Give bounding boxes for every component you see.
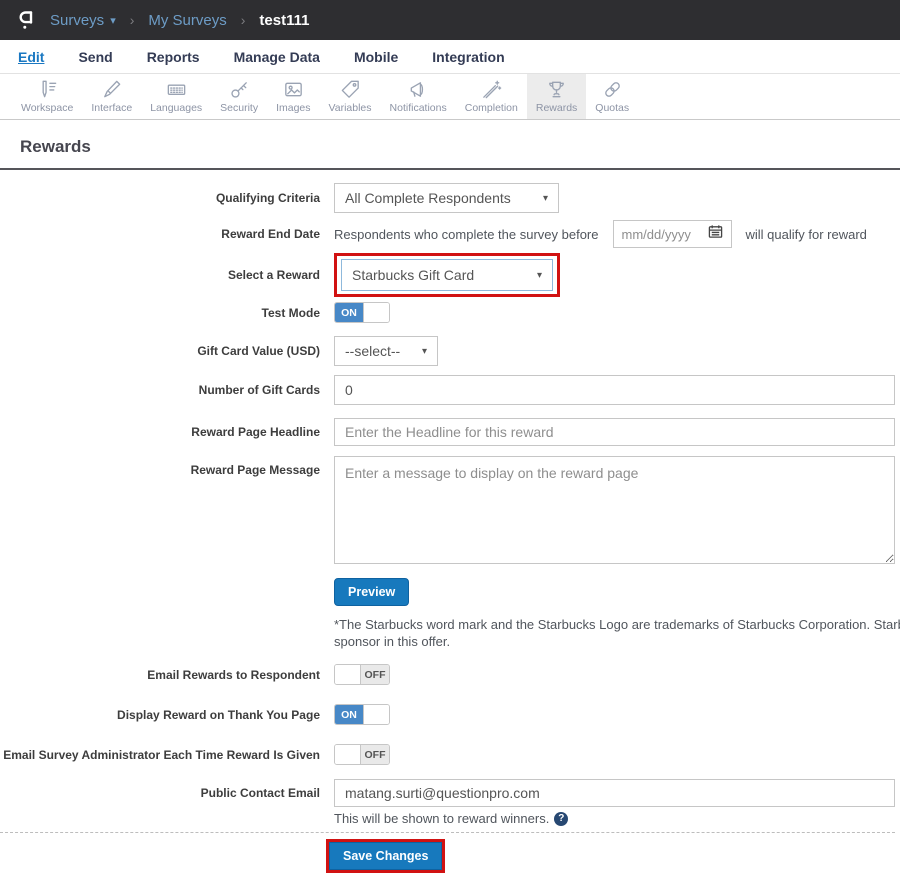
public-email-label: Public Contact Email (201, 786, 320, 800)
toggle-knob (363, 303, 389, 322)
preview-button[interactable]: Preview (334, 578, 409, 606)
gift-card-value-row: Gift Card Value (USD) --select-- ▾ (0, 336, 895, 366)
main-nav: Edit Send Reports Manage Data Mobile Int… (0, 40, 900, 74)
tag-icon (339, 78, 362, 101)
test-mode-row: Test Mode ON (0, 302, 895, 323)
save-changes-button[interactable]: Save Changes (329, 842, 442, 870)
annotation-highlight-box: Save Changes (326, 839, 445, 873)
reward-end-date-label: Reward End Date (221, 227, 320, 241)
public-email-row: Public Contact Email This will be shown … (0, 779, 895, 826)
toggle-knob (363, 705, 389, 724)
pen-lines-icon (36, 78, 59, 101)
toolbar-item-languages[interactable]: Languages (141, 74, 211, 119)
select-reward-select[interactable]: Starbucks Gift Card ▾ (341, 259, 553, 291)
end-date-prefix-text: Respondents who complete the survey befo… (334, 227, 599, 242)
toolbar-item-images[interactable]: Images (267, 74, 319, 119)
toolbar-item-quotas[interactable]: Quotas (586, 74, 638, 119)
display-reward-toggle[interactable]: ON (334, 704, 390, 725)
select-reward-row: Select a Reward Starbucks Gift Card ▾ (0, 253, 895, 297)
breadcrumb-my-surveys[interactable]: My Surveys (148, 12, 226, 29)
save-row: Save Changes (0, 839, 895, 873)
toolbar-item-completion[interactable]: Completion (456, 74, 527, 119)
toolbar-item-workspace[interactable]: Workspace (12, 74, 82, 119)
tab-manage-data[interactable]: Manage Data (234, 49, 320, 65)
tab-send[interactable]: Send (78, 49, 112, 65)
key-icon (228, 78, 251, 101)
display-reward-row: Display Reward on Thank You Page ON (0, 704, 895, 725)
calendar-icon[interactable] (708, 224, 723, 244)
chevron-down-icon: ▾ (543, 193, 548, 204)
email-admin-toggle[interactable]: OFF (334, 744, 390, 765)
toggle-knob (335, 665, 361, 684)
public-email-helper: This will be shown to reward winners. ? (334, 811, 895, 826)
end-date-input[interactable] (622, 227, 700, 242)
email-rewards-row: Email Rewards to Respondent OFF (0, 664, 895, 685)
toolbar-item-variables[interactable]: Variables (320, 74, 381, 119)
tab-reports[interactable]: Reports (147, 49, 200, 65)
message-textarea[interactable] (334, 456, 895, 564)
display-reward-label: Display Reward on Thank You Page (117, 708, 320, 722)
reward-end-date-row: Reward End Date Respondents who complete… (0, 220, 895, 248)
toolbar-item-security[interactable]: Security (211, 74, 267, 119)
qualifying-criteria-label: Qualifying Criteria (216, 191, 320, 205)
chevron-down-icon: ▾ (110, 14, 116, 27)
breadcrumb-surveys[interactable]: Surveys ▾ (50, 12, 116, 29)
num-gift-cards-row: Number of Gift Cards (0, 375, 895, 405)
starbucks-disclaimer: *The Starbucks word mark and the Starbuc… (334, 616, 900, 650)
gift-card-value-select[interactable]: --select-- ▾ (334, 336, 438, 366)
chevron-down-icon: ▾ (422, 346, 427, 357)
annotation-highlight-box: Starbucks Gift Card ▾ (334, 253, 560, 297)
headline-label: Reward Page Headline (191, 425, 320, 439)
headline-row: Reward Page Headline (0, 418, 895, 446)
qualifying-criteria-select[interactable]: All Complete Respondents ▾ (334, 183, 559, 213)
breadcrumb-separator: › (237, 12, 250, 28)
chain-links-icon (601, 78, 624, 101)
rewards-form: Qualifying Criteria All Complete Respond… (0, 170, 900, 873)
trophy-icon (545, 78, 568, 101)
end-date-suffix-text: will qualify for reward (746, 227, 867, 242)
toggle-knob (335, 745, 361, 764)
gift-card-value-label: Gift Card Value (USD) (197, 344, 320, 358)
top-bar: Surveys ▾ › My Surveys › test111 (0, 0, 900, 40)
num-gift-cards-input[interactable] (334, 375, 895, 405)
edit-toolbar: Workspace Interface Languages Security I… (0, 74, 900, 120)
end-date-field-wrap (613, 220, 732, 248)
message-row: Reward Page Message (0, 456, 895, 569)
keyboard-icon (165, 78, 188, 101)
image-icon (282, 78, 305, 101)
chevron-down-icon: ▾ (537, 270, 542, 281)
tab-mobile[interactable]: Mobile (354, 49, 398, 65)
headline-input[interactable] (334, 418, 895, 446)
email-admin-label: Email Survey Administrator Each Time Rew… (3, 748, 320, 762)
select-reward-label: Select a Reward (228, 268, 320, 282)
toolbar-item-rewards[interactable]: Rewards (527, 74, 586, 119)
bottom-divider (0, 832, 895, 833)
breadcrumb-separator: › (126, 12, 139, 28)
help-icon[interactable]: ? (554, 812, 568, 826)
questionpro-logo[interactable] (14, 7, 40, 33)
tab-edit[interactable]: Edit (18, 49, 44, 65)
num-gift-cards-label: Number of Gift Cards (199, 383, 320, 397)
test-mode-label: Test Mode (262, 306, 320, 320)
tab-integration[interactable]: Integration (432, 49, 504, 65)
email-rewards-label: Email Rewards to Respondent (147, 668, 320, 682)
brush-icon (100, 78, 123, 101)
disclaimer-row: *The Starbucks word mark and the Starbuc… (0, 616, 895, 650)
qualifying-criteria-row: Qualifying Criteria All Complete Respond… (0, 183, 895, 213)
megaphone-icon (407, 78, 430, 101)
toolbar-item-interface[interactable]: Interface (82, 74, 141, 119)
page-title: Rewards (20, 137, 900, 157)
toolbar-item-notifications[interactable]: Notifications (381, 74, 456, 119)
public-email-input[interactable] (334, 779, 895, 807)
email-admin-row: Email Survey Administrator Each Time Rew… (0, 744, 895, 765)
test-mode-toggle[interactable]: ON (334, 302, 390, 323)
breadcrumb-current-survey: test111 (259, 12, 309, 29)
magic-wand-icon (480, 78, 503, 101)
preview-row: Preview (0, 578, 895, 606)
message-label: Reward Page Message (191, 463, 320, 477)
email-rewards-toggle[interactable]: OFF (334, 664, 390, 685)
